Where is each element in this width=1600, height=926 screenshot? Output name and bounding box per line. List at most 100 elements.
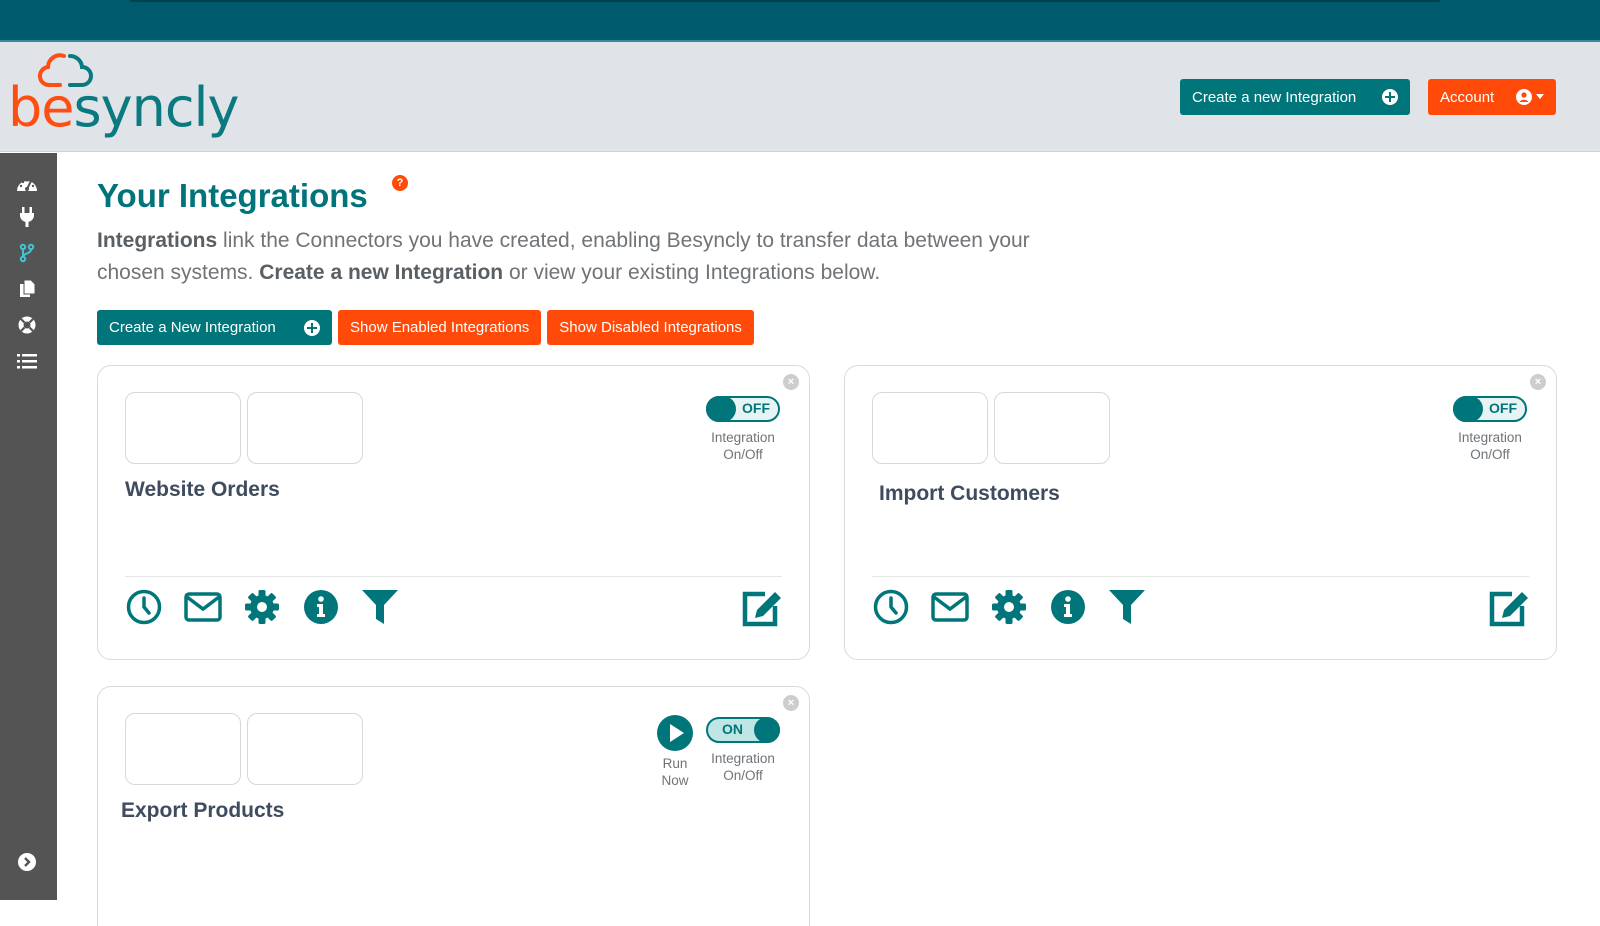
plug-icon: [20, 207, 34, 227]
toggle-knob: [754, 717, 780, 743]
card-divider: [872, 576, 1529, 577]
email-notifications-button[interactable]: [931, 588, 969, 626]
show-enabled-integrations-button[interactable]: Show Enabled Integrations: [338, 310, 542, 345]
integration-name: Website Orders: [125, 478, 280, 501]
sidebar-item-integrations[interactable]: [16, 242, 38, 264]
header-create-integration-button[interactable]: Create a new Integration: [1180, 79, 1410, 115]
caret-down-icon: [1536, 94, 1544, 99]
account-dropdown-button[interactable]: Account: [1428, 79, 1556, 115]
integration-toggle[interactable]: OFF: [1453, 396, 1527, 422]
integration-toggle[interactable]: OFF: [706, 396, 780, 422]
remove-integration-icon[interactable]: ×: [783, 695, 799, 711]
gear-icon: [992, 590, 1026, 624]
edit-icon: [1489, 591, 1528, 627]
sidebar-item-dashboard[interactable]: [16, 173, 38, 195]
app-header: besyncly Create a new Integration Accoun…: [0, 42, 1600, 152]
filter-button[interactable]: [361, 588, 399, 626]
copy-icon: [20, 280, 35, 297]
logo-wordmark: besyncly: [8, 76, 239, 139]
chevron-right-circle-icon: [18, 853, 36, 871]
clock-icon: [873, 589, 909, 625]
main-content: Your Integrations ? Integrations link th…: [57, 153, 1600, 926]
info-button[interactable]: [302, 588, 340, 626]
intro-bold-integrations: Integrations: [97, 229, 218, 252]
info-button[interactable]: [1049, 588, 1087, 626]
settings-button[interactable]: [243, 588, 281, 626]
info-icon: [1051, 590, 1085, 624]
intro-text: Integrations link the Connectors you hav…: [97, 225, 1057, 289]
branch-icon: [19, 243, 35, 263]
toggle-status: ON: [722, 721, 743, 737]
sidebar: [0, 153, 57, 900]
create-new-integration-button[interactable]: Create a New Integration: [97, 310, 332, 345]
integration-card: × Website Orders OFF Integration On/Off: [97, 365, 810, 660]
toggle-knob: [1453, 396, 1483, 422]
integration-name: Import Customers: [879, 482, 1060, 505]
target-connector-thumbnail[interactable]: [247, 713, 363, 785]
schedule-button[interactable]: [872, 588, 910, 626]
remove-integration-icon[interactable]: ×: [1530, 374, 1546, 390]
create-new-integration-label: Create a New Integration: [109, 319, 276, 336]
plus-circle-icon: [1382, 89, 1398, 105]
speedometer-icon: [17, 179, 37, 191]
list-icon: [17, 354, 37, 369]
filter-icon: [362, 590, 398, 624]
card-action-icons: [125, 588, 399, 626]
schedule-button[interactable]: [125, 588, 163, 626]
edit-icon: [742, 591, 781, 627]
gear-icon: [245, 590, 279, 624]
integration-card: × Import Customers OFF Integration On/Off: [844, 365, 1557, 660]
integration-toggle-group: OFF Integration On/Off: [703, 396, 783, 463]
sidebar-item-support[interactable]: [16, 314, 38, 336]
envelope-icon: [931, 592, 969, 622]
sidebar-item-connectors[interactable]: [16, 206, 38, 228]
user-circle-icon: [1516, 89, 1532, 105]
toggle-caption: Integration On/Off: [711, 430, 775, 462]
integration-toggle-group: OFF Integration On/Off: [1450, 396, 1530, 463]
card-divider: [125, 576, 782, 577]
settings-button[interactable]: [990, 588, 1028, 626]
source-connector-thumbnail[interactable]: [125, 392, 241, 464]
sidebar-expand-button[interactable]: [16, 851, 38, 873]
intro-bold-create: Create a new Integration: [259, 261, 504, 284]
besyncly-logo[interactable]: besyncly: [8, 52, 239, 142]
email-notifications-button[interactable]: [184, 588, 222, 626]
clock-icon: [126, 589, 162, 625]
integration-toggle[interactable]: ON: [706, 717, 780, 743]
integration-toggle-group: ON Integration On/Off: [703, 717, 783, 784]
page-title: Your Integrations: [97, 177, 368, 214]
header-create-label: Create a new Integration: [1192, 88, 1357, 106]
toggle-caption: Integration On/Off: [1458, 430, 1522, 462]
edit-integration-button[interactable]: [1488, 588, 1530, 628]
intro-text-2: or view your existing Integrations below…: [503, 261, 881, 284]
run-now-group: Run Now: [653, 715, 697, 789]
toggle-caption: Integration On/Off: [711, 751, 775, 783]
connector-thumbnails: [872, 392, 1110, 464]
filter-button[interactable]: [1108, 588, 1146, 626]
action-buttons: Create a New Integration Show Enabled In…: [97, 310, 754, 345]
run-now-button[interactable]: [657, 715, 693, 751]
source-connector-thumbnail[interactable]: [872, 392, 988, 464]
account-label: Account: [1440, 88, 1495, 106]
sidebar-item-documents[interactable]: [16, 278, 38, 300]
toggle-status: OFF: [742, 400, 770, 416]
help-icon[interactable]: ?: [392, 175, 408, 191]
filter-icon: [1109, 590, 1145, 624]
sidebar-item-logs[interactable]: [16, 350, 38, 372]
target-connector-thumbnail[interactable]: [994, 392, 1110, 464]
connector-thumbnails: [125, 713, 363, 785]
show-disabled-integrations-button[interactable]: Show Disabled Integrations: [547, 310, 754, 345]
integration-card: × Export Products Run Now ON Integration O…: [97, 686, 810, 926]
toggle-knob: [706, 396, 736, 422]
top-bar-strip: [130, 0, 1440, 2]
run-now-caption: Run Now: [661, 756, 689, 788]
connector-thumbnails: [125, 392, 363, 464]
source-connector-thumbnail[interactable]: [125, 713, 241, 785]
card-action-icons: [872, 588, 1146, 626]
toggle-status: OFF: [1489, 400, 1517, 416]
plus-circle-icon: [304, 319, 320, 336]
lifebuoy-icon: [18, 316, 36, 334]
target-connector-thumbnail[interactable]: [247, 392, 363, 464]
edit-integration-button[interactable]: [741, 588, 783, 628]
remove-integration-icon[interactable]: ×: [783, 374, 799, 390]
